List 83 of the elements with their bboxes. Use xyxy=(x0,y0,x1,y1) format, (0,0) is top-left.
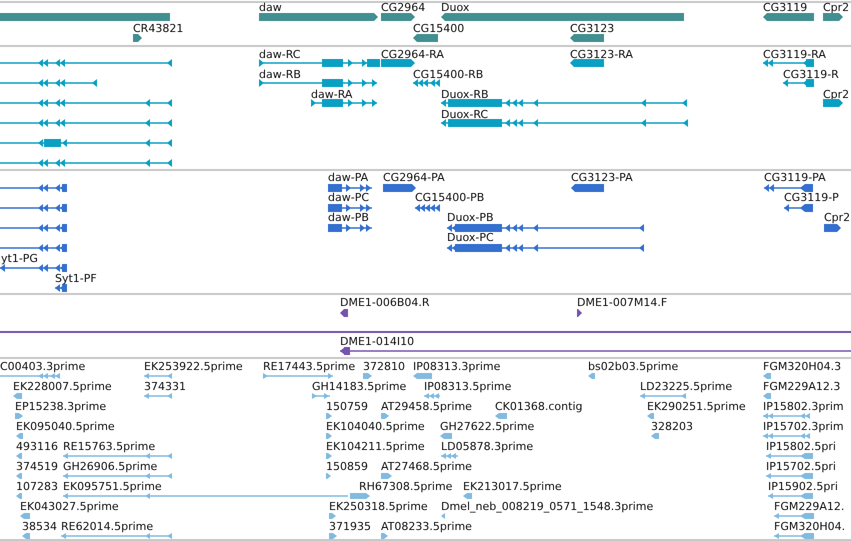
feature-label: CR43821 xyxy=(133,22,184,35)
feature-label: CG3123 xyxy=(570,22,614,35)
feature-label: FGM229A12.3 xyxy=(763,380,840,393)
feature-label: Duox-RB xyxy=(441,88,489,101)
feature-label: IP08313.5prime xyxy=(424,380,512,393)
feature-label: EK253922.5prime xyxy=(144,360,243,373)
feature-label: 371935 xyxy=(329,520,371,533)
feature-label: 372810 xyxy=(363,360,405,373)
feature-label: EK043027.5prime xyxy=(20,500,119,513)
feature-label: CG3119-RA xyxy=(763,48,826,61)
feature-label: CG3123-RA xyxy=(570,48,633,61)
feature-label: DME1-014I10 xyxy=(340,335,414,348)
feature-label: 150859 xyxy=(326,460,368,473)
feature-label: Duox-RC xyxy=(441,108,488,121)
feature-label: AT08233.5prime xyxy=(381,520,472,533)
feature-label: daw xyxy=(259,1,282,14)
feature-label: Duox-PB xyxy=(447,211,494,224)
feature-label: RE17443.5prime xyxy=(263,360,356,373)
feature-label: DME1-007M14.F xyxy=(577,296,668,309)
feature-label: EK213017.5prime xyxy=(463,480,562,493)
feature-label: RE62014.5prime xyxy=(61,520,154,533)
feature-label: CK01368.contig xyxy=(495,400,582,413)
feature-label: LD05878.3prime xyxy=(441,440,534,453)
feature-label: CG3119-P xyxy=(784,191,839,204)
feature-label: FGM229A12. xyxy=(774,500,844,513)
feature-label: IP08313.3prime xyxy=(413,360,500,373)
feature-label: 374519 xyxy=(16,460,58,473)
feature-label: CG15400 xyxy=(413,22,464,35)
feature-label: IP15802.3prim xyxy=(763,400,844,413)
feature-label: Duox-PC xyxy=(447,231,494,244)
feature-label: Duox xyxy=(441,1,470,14)
feature-label: GH14183.5prime xyxy=(312,380,406,393)
feature-label: 38534 xyxy=(22,520,57,533)
feature-label: CG2964 xyxy=(381,1,426,14)
feature-label: AT29458.5prime xyxy=(381,400,472,413)
feature-label: RE15763.5prime xyxy=(63,440,156,453)
feature-label: EK095751.5prime xyxy=(63,480,162,493)
feature-label: EK228007.5prime xyxy=(13,380,112,393)
feature-label: CG15400-RB xyxy=(413,68,484,81)
feature-label: Cpr2 xyxy=(823,88,850,101)
feature-label: 493116 xyxy=(16,440,58,453)
feature-label: 107283 xyxy=(16,480,58,493)
feature-label: 374331 xyxy=(144,380,186,393)
feature-label: 150759 xyxy=(326,400,368,413)
feature-label: EP15238.3prime xyxy=(15,400,106,413)
feature-label: 328203 xyxy=(651,420,693,433)
feature-label: FGM320H04.3 xyxy=(763,360,842,373)
feature-label: CG2964-PA xyxy=(383,171,445,184)
feature-label: IP15802.5pri xyxy=(766,440,836,453)
feature-label: LD23225.5prime xyxy=(640,380,732,393)
feature-label: daw-RB xyxy=(259,68,301,81)
feature-label: GH27622.5prime xyxy=(440,420,534,433)
feature-label: EK104040.5prime xyxy=(326,420,425,433)
feature-label: daw-RC xyxy=(259,48,300,61)
feature-label: CG3123-PA xyxy=(571,171,633,184)
feature-label: DME1-006B04.R xyxy=(340,296,430,309)
feature-label: Dmel_neb_008219_0571_1548.3prime xyxy=(441,500,654,513)
feature-label: IP15702.5pri xyxy=(766,460,836,473)
feature-label: IP15902.5pri xyxy=(768,480,838,493)
feature-label: RH67308.5prime xyxy=(359,480,452,493)
feature-label: daw-RA xyxy=(311,88,352,101)
feature-label: C00403.3prime xyxy=(0,360,86,373)
feature-label: CG3119-PA xyxy=(764,171,826,184)
feature-label: CG15400-PB xyxy=(415,191,484,204)
feature-label: EK104211.5prime xyxy=(326,440,425,453)
feature-label: CG2964-RA xyxy=(381,48,444,61)
feature-label: Cpr2 xyxy=(824,211,850,224)
feature-label: daw-PA xyxy=(328,171,368,184)
feature-label: EK095040.5prime xyxy=(16,420,115,433)
feature-label: AT27468.5prime xyxy=(381,460,472,473)
feature-label: CG3119 xyxy=(763,1,808,14)
feature-label: FGM320H04. xyxy=(774,520,846,533)
feature-label: daw-PC xyxy=(328,191,370,204)
feature-label: GH26906.5prime xyxy=(63,460,158,473)
feature-label: IP15702.3prim xyxy=(763,420,844,433)
feature-label: yt1-PG xyxy=(1,252,38,265)
feature-label: EK250318.5prime xyxy=(329,500,428,513)
feature-label: Syt1-PF xyxy=(55,272,97,285)
feature-label: bs02b03.5prime xyxy=(588,360,678,373)
feature-label: EK290251.5prime xyxy=(647,400,746,413)
feature-label: Cpr2 xyxy=(823,1,850,14)
feature-label: daw-PB xyxy=(328,211,369,224)
feature-label: CG3119-R xyxy=(783,68,839,81)
